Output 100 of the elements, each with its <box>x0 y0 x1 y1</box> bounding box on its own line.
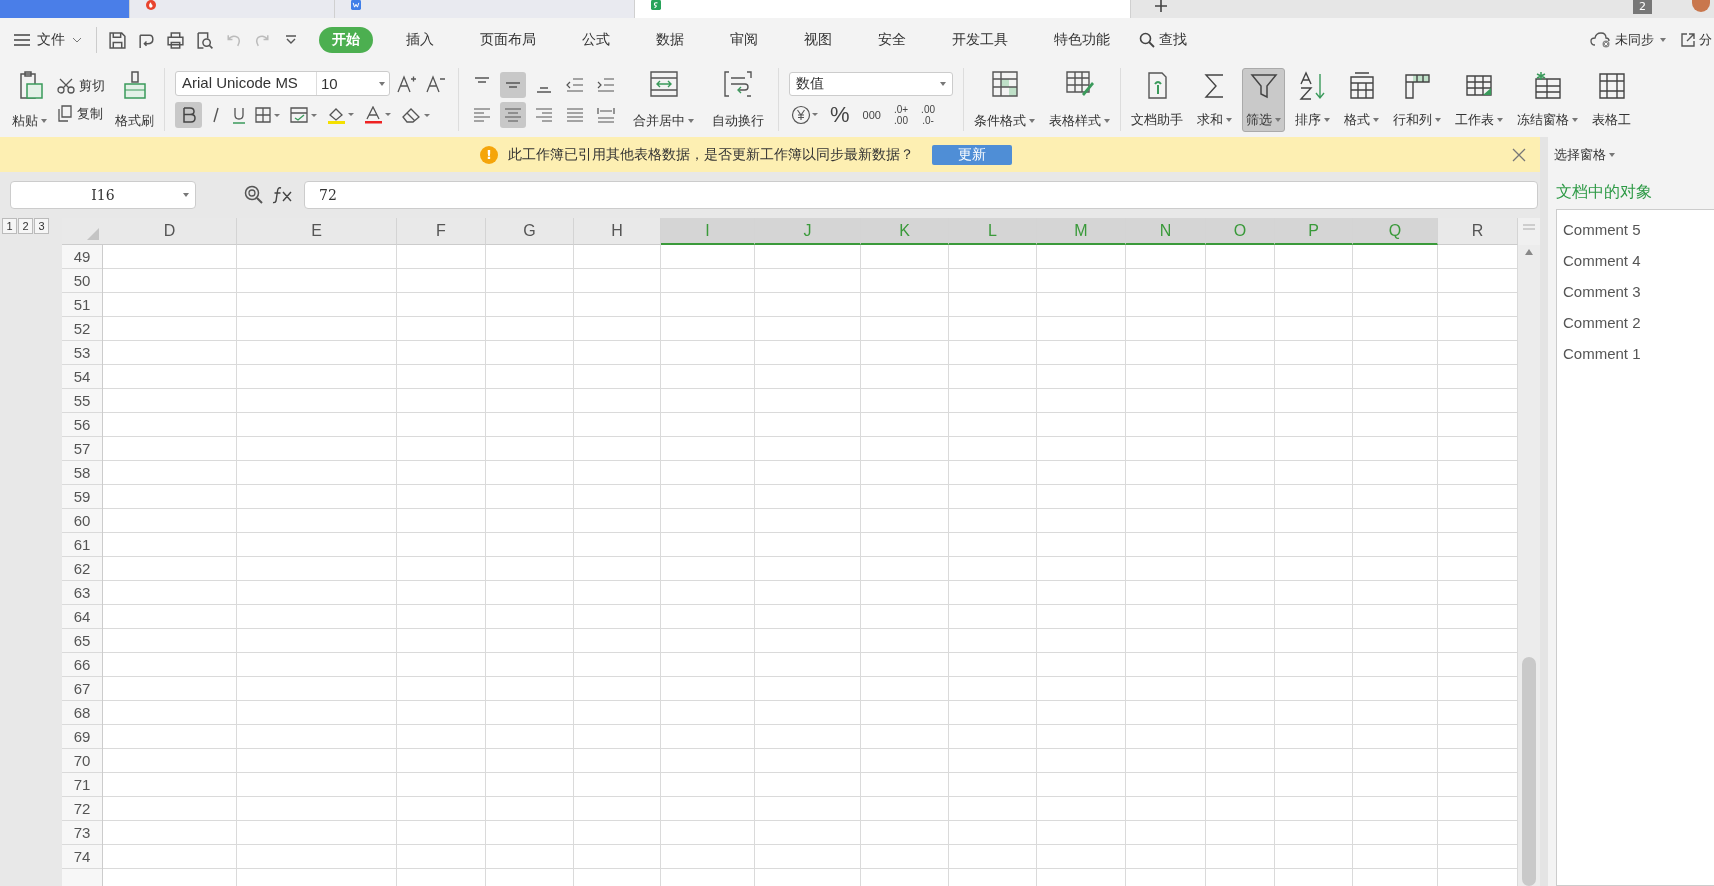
shrink-font-icon[interactable] <box>426 73 446 94</box>
ribbon-tab[interactable]: 视图 <box>791 27 845 53</box>
share-button[interactable]: 分 <box>1680 31 1712 49</box>
ribbon-tab[interactable]: 公式 <box>569 27 623 53</box>
name-box[interactable]: I16 <box>10 181 196 209</box>
pane-title[interactable]: 选择窗格 <box>1548 137 1714 172</box>
save-icon[interactable] <box>108 30 127 50</box>
row-header[interactable]: 72 <box>62 797 102 821</box>
tool-button[interactable]: 行和列 <box>1389 67 1445 132</box>
row-header[interactable]: 52 <box>62 317 102 341</box>
format-painter-button[interactable]: 格式刷 <box>111 67 158 132</box>
cell-style-icon[interactable] <box>290 107 318 123</box>
zoom-icon[interactable] <box>244 185 264 205</box>
formula-input[interactable]: 72 <box>304 181 1538 209</box>
row-header[interactable]: 51 <box>62 293 102 317</box>
row-header[interactable]: 71 <box>62 773 102 797</box>
fill-color-icon[interactable] <box>327 106 355 124</box>
ribbon-tab[interactable]: 插入 <box>393 27 447 53</box>
ribbon-tab[interactable]: 安全 <box>865 27 919 53</box>
cut-button[interactable]: 剪切 <box>57 76 105 95</box>
ribbon-tab[interactable]: 审阅 <box>717 27 771 53</box>
row-header[interactable]: 69 <box>62 725 102 749</box>
row-header[interactable]: 61 <box>62 533 102 557</box>
window-count[interactable]: 2 <box>1633 0 1652 14</box>
close-icon[interactable] <box>1512 147 1526 162</box>
ribbon-tab[interactable]: 开发工具 <box>939 27 1021 53</box>
currency-icon[interactable] <box>791 104 819 125</box>
bold-button[interactable] <box>175 102 202 128</box>
object-list-item[interactable]: Comment 2 <box>1557 307 1714 338</box>
search-button[interactable]: 查找 <box>1139 31 1187 49</box>
object-list-item[interactable]: Comment 1 <box>1557 338 1714 369</box>
tool-button[interactable]: 文档助手 <box>1127 67 1187 132</box>
eraser-icon[interactable] <box>401 107 431 123</box>
row-header[interactable]: 56 <box>62 413 102 437</box>
row-header[interactable]: 73 <box>62 821 102 845</box>
percent-button[interactable]: % <box>826 101 854 128</box>
row-header[interactable]: 60 <box>62 509 102 533</box>
align-middle-button[interactable] <box>500 71 526 98</box>
row-header[interactable]: 64 <box>62 605 102 629</box>
row-header[interactable]: 62 <box>62 557 102 581</box>
column-header[interactable]: G <box>486 218 574 245</box>
tool-button[interactable]: 求和 <box>1193 67 1236 132</box>
tool-button[interactable]: 筛选 <box>1242 67 1285 132</box>
column-header[interactable]: R <box>1438 218 1518 245</box>
ribbon-tab[interactable]: 特色功能 <box>1041 27 1123 53</box>
row-header[interactable]: 50 <box>62 269 102 293</box>
column-header[interactable]: D <box>103 218 237 245</box>
row-header[interactable]: 54 <box>62 365 102 389</box>
grow-font-icon[interactable] <box>397 73 417 94</box>
row-header[interactable]: 49 <box>62 245 102 269</box>
function-icon[interactable] <box>272 186 294 204</box>
column-header[interactable]: H <box>574 218 661 245</box>
tool-button[interactable]: 格式 <box>1340 67 1383 132</box>
row-header[interactable]: 68 <box>62 701 102 725</box>
font-color-icon[interactable] <box>364 106 392 124</box>
scroll-bar[interactable] <box>1518 245 1540 886</box>
column-header[interactable]: E <box>237 218 397 245</box>
object-list-item[interactable]: Comment 5 <box>1557 214 1714 245</box>
table-style-button[interactable]: 表格样式 <box>1045 67 1114 132</box>
underline-icon[interactable] <box>232 106 246 124</box>
outline-level-button[interactable]: 1 <box>2 218 17 234</box>
align-center-button[interactable] <box>500 101 526 128</box>
sync-button[interactable]: 未同步 <box>1590 31 1666 49</box>
row-header[interactable]: 74 <box>62 845 102 869</box>
copy-button[interactable]: 复制 <box>57 104 105 123</box>
split-handle-icon[interactable] <box>1523 224 1535 230</box>
merge-center-button[interactable]: 合并居中 <box>629 67 698 132</box>
dropdown-icon[interactable] <box>285 35 297 45</box>
tool-button[interactable]: 排序 <box>1291 67 1334 132</box>
avatar-icon[interactable] <box>1692 0 1710 12</box>
row-header[interactable]: 53 <box>62 341 102 365</box>
wrap-text-button[interactable]: 自动换行 <box>708 67 768 132</box>
outline-level-button[interactable]: 3 <box>34 218 49 234</box>
number-format-dropdown[interactable]: 数值 <box>789 71 953 96</box>
tool-button[interactable]: 冻结窗格 <box>1513 67 1582 132</box>
row-header[interactable]: 58 <box>62 461 102 485</box>
paste-button[interactable]: 粘贴 <box>8 67 51 132</box>
ribbon-tab[interactable]: 页面布局 <box>467 27 549 53</box>
print-preview-icon[interactable] <box>195 30 214 50</box>
row-header[interactable]: 66 <box>62 653 102 677</box>
row-header[interactable]: 65 <box>62 629 102 653</box>
tool-button[interactable]: 工作表 <box>1451 67 1507 132</box>
thousands-button[interactable]: 000 <box>858 108 885 121</box>
row-header[interactable]: 63 <box>62 581 102 605</box>
new-tab-icon[interactable] <box>1154 0 1167 12</box>
border-icon[interactable] <box>255 107 281 123</box>
file-menu[interactable]: 文件 <box>14 31 82 49</box>
row-header[interactable]: 67 <box>62 677 102 701</box>
row-header[interactable]: 59 <box>62 485 102 509</box>
object-list-item[interactable]: Comment 3 <box>1557 276 1714 307</box>
outline-level-button[interactable]: 2 <box>18 218 33 234</box>
object-list-item[interactable]: Comment 4 <box>1557 245 1714 276</box>
row-header[interactable]: 70 <box>62 749 102 773</box>
conditional-format-button[interactable]: 条件格式 <box>970 67 1039 132</box>
ribbon-tab[interactable]: 数据 <box>643 27 697 53</box>
tool-button[interactable]: 表格工 <box>1588 67 1635 132</box>
increase-decimal-button[interactable]: .0+ .00 <box>889 103 913 126</box>
print-icon[interactable] <box>166 30 185 50</box>
row-header[interactable]: 57 <box>62 437 102 461</box>
column-header[interactable]: F <box>397 218 486 245</box>
